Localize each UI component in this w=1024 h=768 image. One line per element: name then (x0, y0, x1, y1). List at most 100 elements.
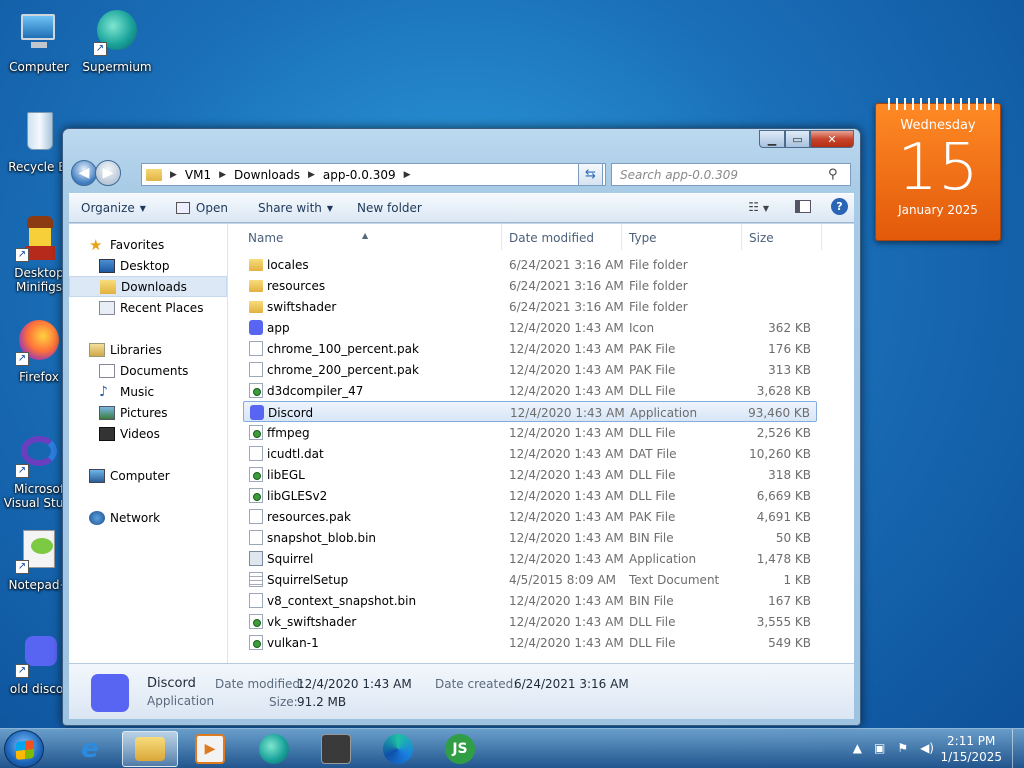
file-row[interactable]: chrome_200_percent.pak 12/4/2020 1:43 AM P… (243, 359, 817, 380)
file-row[interactable]: resources 6/24/2021 3:16 AM File folder (243, 275, 817, 296)
taskbar-media-player[interactable]: ▶ (182, 731, 238, 767)
breadcrumb-downloads[interactable]: Downloads (234, 168, 300, 182)
file-row[interactable]: app 12/4/2020 1:43 AM Icon 362 KB (243, 317, 817, 338)
taskbar-js-app[interactable]: JS (432, 731, 488, 767)
file-row[interactable]: snapshot_blob.bin 12/4/2020 1:43 AM BIN Fi… (243, 527, 817, 548)
close-button[interactable]: ✕ (810, 130, 854, 148)
nav-downloads[interactable]: Downloads (69, 276, 227, 297)
navigation-pane: ★ Favorites Desktop Downloads Recent Pla… (69, 224, 228, 663)
start-button[interactable] (4, 730, 44, 768)
file-date-modified: 12/4/2020 1:43 AM (509, 510, 624, 524)
column-size[interactable]: Size (749, 231, 774, 245)
nav-music[interactable]: ♪ Music (69, 381, 227, 402)
dropdown-arrow-icon: ▼ (139, 203, 146, 213)
file-date-modified: 12/4/2020 1:43 AM (509, 552, 624, 566)
minimize-button[interactable]: ▁ (759, 130, 785, 148)
discord-file-icon (249, 320, 263, 335)
file-name: Discord (268, 406, 314, 420)
file-type: PAK File (629, 510, 676, 524)
breadcrumb-vm1[interactable]: VM1 (185, 168, 211, 182)
column-date-modified[interactable]: Date modified (509, 231, 594, 245)
nav-computer[interactable]: Computer (69, 465, 227, 486)
volume-icon[interactable]: ◀) (920, 741, 934, 755)
file-type: Application (629, 552, 697, 566)
file-row[interactable]: chrome_100_percent.pak 12/4/2020 1:43 AM P… (243, 338, 817, 359)
desktop-icon-computer[interactable]: Computer (2, 8, 76, 74)
taskbar-supermium[interactable] (246, 731, 302, 767)
calendar-gadget[interactable]: Wednesday 15 January 2025 (875, 98, 1001, 241)
file-size: 50 KB (775, 531, 811, 545)
back-button[interactable]: ◀ (71, 160, 97, 186)
network-status-icon[interactable]: ▣ (874, 741, 885, 755)
refresh-button[interactable]: ⇆ (578, 163, 603, 186)
taskbar: e ▶ JS ▲ ▣ ⚑ ◀) 2:11 PM 1/15/2025 (0, 728, 1024, 768)
show-hidden-icons-icon[interactable]: ▲ (853, 741, 862, 755)
file-row[interactable]: ffmpeg 12/4/2020 1:43 AM DLL File 2,526 KB (243, 422, 817, 443)
nav-videos[interactable]: Videos (69, 423, 227, 444)
help-icon[interactable]: ? (831, 198, 848, 215)
file-row-selected[interactable]: Discord 12/4/2020 1:43 AM Application 93,46… (243, 401, 817, 422)
dll-file-icon (249, 467, 263, 482)
desktop-icon-supermium[interactable]: ↗ Supermium (80, 8, 154, 74)
file-row[interactable]: swiftshader 6/24/2021 3:16 AM File folder (243, 296, 817, 317)
file-date-modified: 12/4/2020 1:43 AM (509, 363, 624, 377)
forward-button[interactable]: ▶ (95, 160, 121, 186)
search-icon[interactable]: ⚲ (828, 167, 844, 183)
maximize-button[interactable]: ▭ (785, 130, 810, 148)
file-name: SquirrelSetup (267, 573, 349, 587)
taskbar-winsxs-app[interactable] (308, 731, 364, 767)
file-row[interactable]: resources.pak 12/4/2020 1:43 AM PAK File 4,… (243, 506, 817, 527)
address-bar[interactable]: ▶ VM1 ▶ Downloads ▶ app-0.0.309 ▶ ▼ (141, 163, 606, 186)
breadcrumb-arrow-icon[interactable]: ▶ (308, 170, 315, 180)
file-row[interactable]: libEGL 12/4/2020 1:43 AM DLL File 318 KB (243, 464, 817, 485)
system-clock[interactable]: 2:11 PM 1/15/2025 (940, 733, 1002, 765)
nav-desktop[interactable]: Desktop (69, 255, 227, 276)
file-row[interactable]: SquirrelSetup 4/5/2015 8:09 AM Text Docume… (243, 569, 817, 590)
breadcrumb-arrow-icon[interactable]: ▶ (404, 170, 411, 180)
details-modified-value: 12/4/2020 1:43 AM (297, 677, 412, 691)
nav-pictures[interactable]: Pictures (69, 402, 227, 423)
organize-button[interactable]: Organize ▼ (69, 194, 156, 222)
file-row[interactable]: v8_context_snapshot.bin 12/4/2020 1:43 AM… (243, 590, 817, 611)
breadcrumb-app-folder[interactable]: app-0.0.309 (323, 168, 396, 182)
file-size: 362 KB (768, 321, 811, 335)
preview-pane-icon[interactable] (795, 200, 811, 213)
windows-logo-icon (16, 740, 34, 760)
nav-label: Recent Places (120, 300, 204, 315)
show-desktop-button[interactable] (1012, 729, 1024, 768)
search-box[interactable]: Search app-0.0.309 ⚲ (611, 163, 851, 186)
file-row[interactable]: locales 6/24/2021 3:16 AM File folder (243, 254, 817, 275)
new-folder-button[interactable]: New folder (343, 194, 432, 222)
breadcrumb-arrow-icon[interactable]: ▶ (219, 170, 226, 180)
file-size: 1,478 KB (756, 552, 811, 566)
network-icon (89, 510, 105, 525)
taskbar-internet-explorer[interactable]: e (62, 731, 118, 767)
column-name[interactable]: Name (248, 231, 283, 245)
file-row[interactable]: icudtl.dat 12/4/2020 1:43 AM DAT File 10,26… (243, 443, 817, 464)
change-view-icon[interactable]: ☷ ▼ (748, 200, 769, 214)
file-type: File folder (629, 300, 688, 314)
nav-libraries[interactable]: Libraries (69, 339, 227, 360)
taskbar-file-explorer[interactable] (122, 731, 178, 767)
taskbar-edge[interactable] (370, 731, 426, 767)
file-name: app (267, 321, 290, 335)
nav-network[interactable]: Network (69, 507, 227, 528)
file-row[interactable]: d3dcompiler_47 12/4/2020 1:43 AM DLL File 3… (243, 380, 817, 401)
share-with-button[interactable]: Share with ▼ (238, 194, 343, 222)
nav-recent-places[interactable]: Recent Places (69, 297, 227, 318)
file-row[interactable]: vk_swiftshader 12/4/2020 1:43 AM DLL File 3… (243, 611, 817, 632)
open-button[interactable]: Open (156, 194, 238, 222)
file-size: 176 KB (768, 342, 811, 356)
file-row[interactable]: vulkan-1 12/4/2020 1:43 AM DLL File 549 KB (243, 632, 817, 653)
nav-documents[interactable]: Documents (69, 360, 227, 381)
nav-favorites[interactable]: ★ Favorites (69, 234, 227, 255)
column-type[interactable]: Type (629, 231, 657, 245)
action-center-flag-icon[interactable]: ⚑ (897, 741, 908, 755)
breadcrumb-arrow-icon[interactable]: ▶ (170, 170, 177, 180)
file-size: 3,555 KB (756, 615, 811, 629)
file-row[interactable]: Squirrel 12/4/2020 1:43 AM Application 1,47… (243, 548, 817, 569)
file-date-modified: 4/5/2015 8:09 AM (509, 573, 617, 587)
file-name: locales (267, 258, 309, 272)
file-row[interactable]: libGLESv2 12/4/2020 1:43 AM DLL File 6,669 … (243, 485, 817, 506)
notification-area: ▲ ▣ ⚑ ◀) (853, 741, 934, 755)
